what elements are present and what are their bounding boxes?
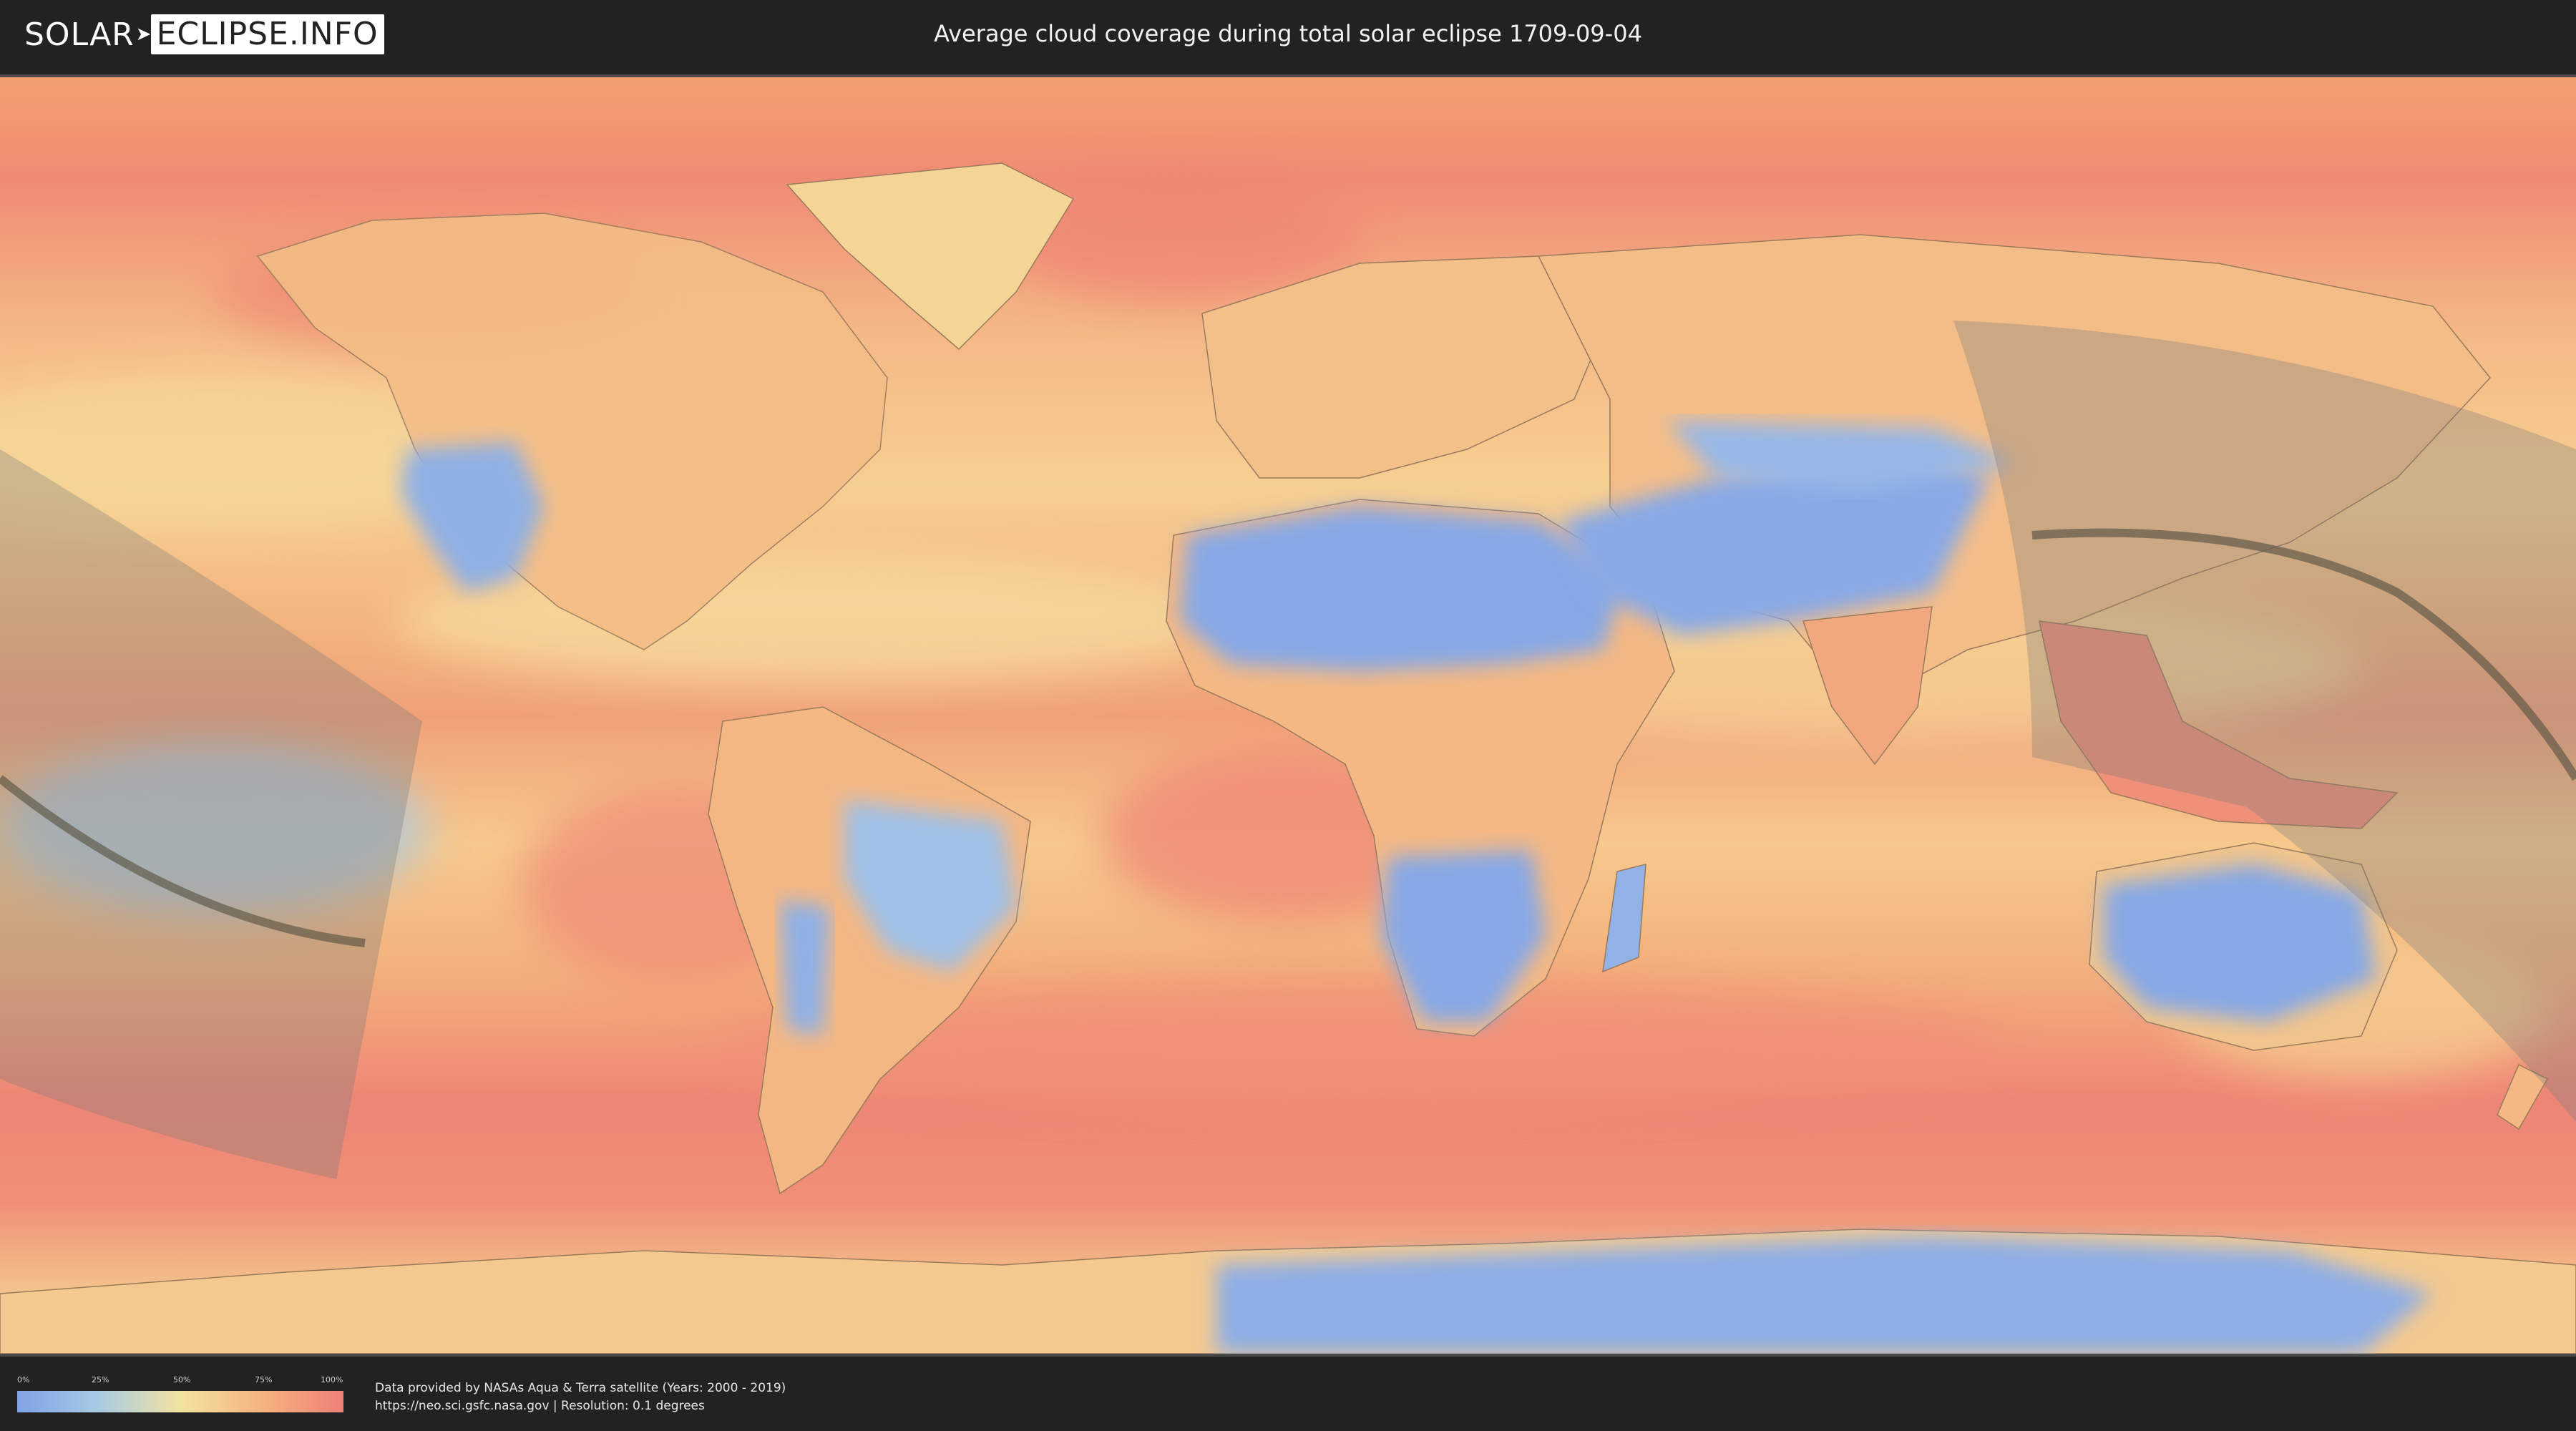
cloud-coverage-map[interactable]	[0, 74, 2576, 1357]
footer-bar: 0% 25% 50% 75% 100% Data provided by NAS…	[0, 1359, 2576, 1431]
legend-ticks: 0% 25% 50% 75% 100%	[17, 1375, 343, 1388]
data-credits: Data provided by NASAs Aqua & Terra sate…	[375, 1379, 786, 1415]
legend-tick-50: 50%	[173, 1375, 191, 1384]
cloud-coverage-legend: 0% 25% 50% 75% 100%	[17, 1375, 343, 1412]
legend-gradient-bar	[17, 1391, 343, 1412]
legend-tick-0: 0%	[17, 1375, 30, 1384]
legend-tick-25: 25%	[92, 1375, 109, 1384]
credits-url[interactable]: https://neo.sci.gsfc.nasa.gov | Resoluti…	[375, 1397, 786, 1415]
legend-tick-75: 75%	[255, 1375, 273, 1384]
legend-tick-100: 100%	[321, 1375, 343, 1384]
header-bar: SOLAR ➤ ECLIPSE.INFO Average cloud cover…	[0, 0, 2576, 72]
page-title: Average cloud coverage during total sola…	[934, 20, 1642, 47]
credits-source: Data provided by NASAs Aqua & Terra sate…	[375, 1381, 786, 1395]
